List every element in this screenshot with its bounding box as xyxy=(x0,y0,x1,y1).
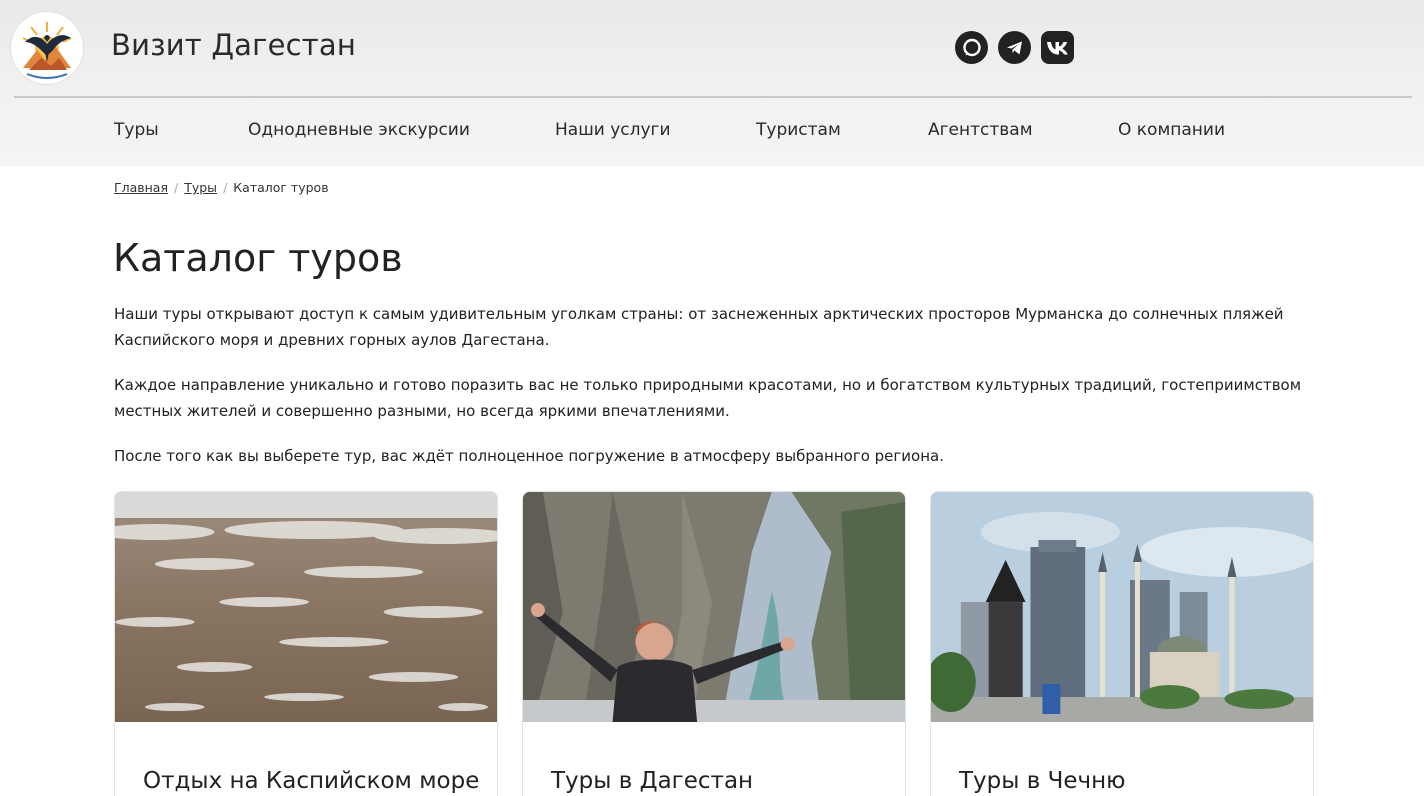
tour-card-dagestan[interactable]: Туры в Дагестан xyxy=(522,491,906,796)
nav-item-agencies[interactable]: Агентствам xyxy=(928,120,1033,140)
page-title: Каталог туров xyxy=(113,236,403,280)
card-title[interactable]: Туры в Чечню xyxy=(959,768,1126,794)
site-title[interactable]: Визит Дагестан xyxy=(111,28,356,62)
tour-card-chechnya[interactable]: Туры в Чечню xyxy=(930,491,1314,796)
intro-paragraph: Наши туры открывают доступ к самым удиви… xyxy=(114,305,1284,349)
nav-item-services[interactable]: Наши услуги xyxy=(555,120,671,140)
breadcrumb-tours-link[interactable]: Туры xyxy=(184,180,217,195)
intro-paragraph: Каждое направление уникально и готово по… xyxy=(114,376,1302,420)
tour-card-caspian[interactable]: Отдых на Каспийском море xyxy=(114,491,498,796)
breadcrumb-current: Каталог туров xyxy=(233,180,329,195)
card-image-canyon xyxy=(523,492,905,722)
nav-item-tours[interactable]: Туры xyxy=(114,120,159,140)
breadcrumb-separator: / xyxy=(174,180,179,195)
vk-icon[interactable] xyxy=(1041,31,1074,64)
intro-paragraph: После того как вы выберете тур, вас ждёт… xyxy=(114,447,944,465)
nav-item-about[interactable]: О компании xyxy=(1118,120,1225,140)
breadcrumb-home-link[interactable]: Главная xyxy=(114,180,168,195)
whatsapp-icon[interactable] xyxy=(955,31,988,64)
nav-item-day-excursions[interactable]: Однодневные экскурсии xyxy=(248,120,470,140)
card-title[interactable]: Туры в Дагестан xyxy=(551,768,753,794)
card-title[interactable]: Отдых на Каспийском море xyxy=(143,768,479,794)
card-image-grozny-city xyxy=(931,492,1313,722)
breadcrumb: Главная / Туры / Каталог туров xyxy=(114,180,329,195)
site-header: Визит Дагестан Туры Однодневные экскурси… xyxy=(0,0,1424,166)
nav-item-tourists[interactable]: Туристам xyxy=(756,120,841,140)
telegram-icon[interactable] xyxy=(998,31,1031,64)
main-nav: Туры Однодневные экскурсии Наши услуги Т… xyxy=(0,98,1424,166)
breadcrumb-separator: / xyxy=(223,180,228,195)
card-image-sea-shore xyxy=(115,492,497,722)
eagle-logo[interactable] xyxy=(11,12,83,84)
social-links xyxy=(955,31,1074,64)
